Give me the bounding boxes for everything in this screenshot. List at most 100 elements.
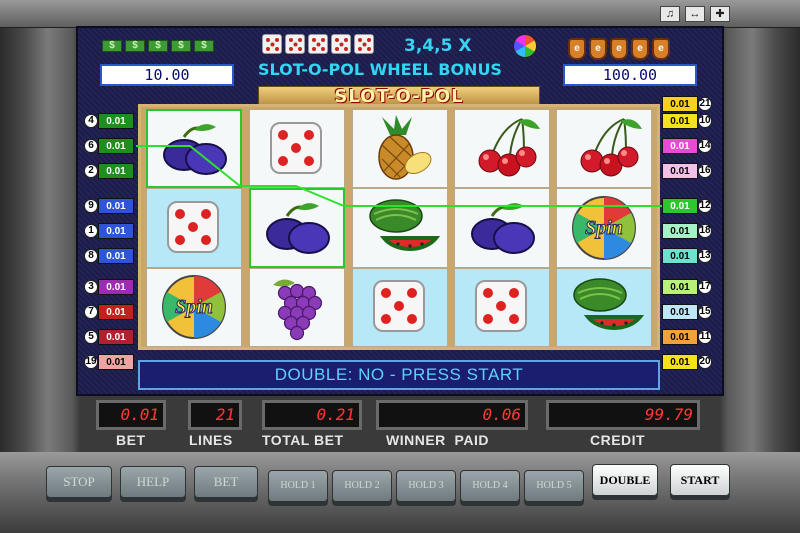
pineapple-icon — [378, 114, 432, 180]
bet-button[interactable]: BET — [194, 466, 258, 498]
badge-icon: e — [652, 38, 670, 60]
grapes-icon — [273, 279, 323, 341]
line-bet-value: 0.01 — [98, 138, 134, 154]
line-indicator-5[interactable]: 5 0.01 — [84, 328, 136, 346]
line-bet-value: 0.01 — [662, 329, 698, 345]
line-indicator-19[interactable]: 19 0.01 — [84, 353, 136, 371]
line-number: 5 — [84, 330, 98, 344]
dice-icon — [331, 34, 351, 54]
dice-icon — [308, 34, 328, 54]
bonus-title: SLOT-O-POL WHEEL BONUS — [258, 60, 502, 79]
pineapple-symbol — [352, 109, 448, 189]
line-number: 4 — [84, 114, 98, 128]
right-bonus-amount: 100.00 — [563, 64, 697, 86]
line-indicator-21[interactable]: 21 0.01 — [662, 95, 714, 113]
watermelon-symbol — [352, 188, 448, 268]
line-indicator-3[interactable]: 3 0.01 — [84, 278, 136, 296]
line-bet-value: 0.01 — [662, 279, 698, 295]
line-indicator-18[interactable]: 18 0.01 — [662, 222, 714, 240]
badge-icon: e — [610, 38, 628, 60]
line-bet-value: 0.01 — [98, 329, 134, 345]
line-bet-value: 0.01 — [662, 354, 698, 370]
svg-text:Spin: Spin — [175, 296, 213, 318]
arrows-icon[interactable]: ↔ — [685, 6, 705, 22]
line-bet-value: 0.01 — [98, 223, 134, 239]
line-indicator-20[interactable]: 20 0.01 — [662, 353, 714, 371]
dice-symbols — [262, 34, 374, 54]
line-indicator-4[interactable]: 4 0.01 — [84, 112, 136, 130]
plum-icon — [266, 203, 330, 254]
line-indicator-16[interactable]: 16 0.01 — [662, 162, 714, 180]
hold-3-button[interactable]: HOLD 3 — [396, 470, 456, 502]
dollar-icon: $ — [171, 40, 191, 52]
winner-paid-counter: 0.06 — [376, 400, 528, 430]
cherries-symbol — [556, 109, 652, 189]
line-number: 13 — [698, 249, 712, 263]
speaker-icon[interactable]: ♫ — [660, 6, 680, 22]
line-number: 12 — [698, 199, 712, 213]
line-number: 9 — [84, 199, 98, 213]
dice-icon — [270, 121, 322, 174]
lines-label: LINES — [189, 432, 233, 448]
badge-symbols: e e e e e — [568, 38, 670, 60]
left-bonus-amount: 10.00 — [100, 64, 234, 86]
dice-icon — [373, 280, 425, 333]
line-indicator-6[interactable]: 6 0.01 — [84, 137, 136, 155]
hold-1-button[interactable]: HOLD 1 — [268, 470, 328, 502]
line-number: 2 — [84, 164, 98, 178]
line-number: 7 — [84, 305, 98, 319]
dollar-symbols: $ $ $ $ $ — [102, 40, 214, 52]
line-indicator-15[interactable]: 15 0.01 — [662, 303, 714, 321]
reel-1: Spin — [146, 109, 242, 347]
line-bet-value: 0.01 — [662, 163, 698, 179]
watermelon-icon — [369, 199, 440, 252]
help-button[interactable]: HELP — [120, 466, 186, 498]
line-number: 18 — [698, 224, 712, 238]
line-indicator-10[interactable]: 10 0.01 — [662, 112, 714, 130]
cherries-symbol — [454, 109, 550, 189]
dice-icon — [167, 200, 219, 253]
dice-symbol — [249, 109, 345, 189]
expand-icon[interactable]: ✚ — [710, 6, 730, 22]
line-number: 21 — [698, 97, 712, 111]
line-indicator-11[interactable]: 11 0.01 — [662, 328, 714, 346]
status-message: DOUBLE: NO - PRESS START — [138, 360, 660, 390]
spin-icon: Spin — [162, 275, 226, 340]
line-bet-value: 0.01 — [98, 163, 134, 179]
stop-button[interactable]: STOP — [46, 466, 112, 498]
line-indicator-13[interactable]: 13 0.01 — [662, 247, 714, 265]
line-number: 10 — [698, 114, 712, 128]
total-bet-counter: 0.21 — [262, 400, 362, 430]
line-indicator-8[interactable]: 8 0.01 — [84, 247, 136, 265]
line-bet-value: 0.01 — [662, 248, 698, 264]
watermelon-symbol — [556, 267, 652, 347]
reel-2 — [249, 109, 345, 347]
line-bet-value: 0.01 — [662, 113, 698, 129]
double-button[interactable]: DOUBLE — [592, 464, 658, 496]
line-bet-value: 0.01 — [662, 223, 698, 239]
line-bet-value: 0.01 — [662, 138, 698, 154]
line-bet-value: 0.01 — [98, 354, 134, 370]
dice-symbol — [146, 188, 242, 268]
start-button[interactable]: START — [670, 464, 730, 496]
hold-2-button[interactable]: HOLD 2 — [332, 470, 392, 502]
line-indicator-12[interactable]: 12 0.01 — [662, 197, 714, 215]
reel-5: Spin — [556, 109, 652, 347]
line-number: 15 — [698, 305, 712, 319]
watermelon-icon — [573, 278, 644, 331]
line-indicator-17[interactable]: 17 0.01 — [662, 278, 714, 296]
bet-counter: 0.01 — [96, 400, 166, 430]
line-indicator-7[interactable]: 7 0.01 — [84, 303, 136, 321]
hold-5-button[interactable]: HOLD 5 — [524, 470, 584, 502]
plum-symbol — [146, 109, 242, 189]
line-indicator-1[interactable]: 1 0.01 — [84, 222, 136, 240]
line-indicator-2[interactable]: 2 0.01 — [84, 162, 136, 180]
line-indicator-14[interactable]: 14 0.01 — [662, 137, 714, 155]
line-number: 8 — [84, 249, 98, 263]
line-number: 3 — [84, 280, 98, 294]
grapes-symbol — [249, 267, 345, 347]
cherries-icon — [478, 117, 540, 177]
line-indicator-9[interactable]: 9 0.01 — [84, 197, 136, 215]
bet-label: BET — [116, 432, 146, 448]
hold-4-button[interactable]: HOLD 4 — [460, 470, 520, 502]
